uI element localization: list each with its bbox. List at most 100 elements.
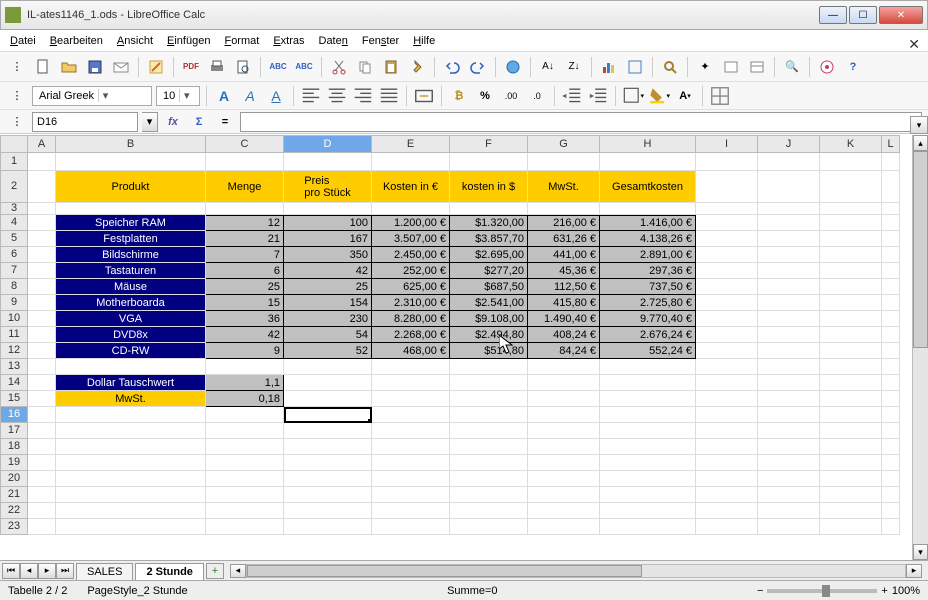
cell[interactable] — [56, 153, 206, 171]
cell[interactable] — [820, 391, 882, 407]
cell[interactable] — [284, 359, 372, 375]
cell[interactable] — [882, 359, 900, 375]
cell[interactable] — [820, 519, 882, 535]
cell[interactable] — [450, 519, 528, 535]
cell[interactable] — [284, 519, 372, 535]
gesamt[interactable]: 552,24 € — [600, 343, 696, 359]
preis[interactable]: 154 — [284, 295, 372, 311]
cell[interactable] — [758, 375, 820, 391]
cell[interactable] — [284, 439, 372, 455]
kosten-usd[interactable]: $1.320,00 — [450, 215, 528, 231]
cell[interactable] — [28, 503, 56, 519]
cell[interactable] — [56, 471, 206, 487]
cell[interactable] — [696, 153, 758, 171]
product-name[interactable]: Mäuse — [56, 279, 206, 295]
inc-indent-icon[interactable] — [587, 85, 609, 107]
cell[interactable] — [56, 359, 206, 375]
zoom-in-icon[interactable]: + — [881, 585, 887, 597]
cell[interactable] — [528, 503, 600, 519]
product-name[interactable]: Festplatten — [56, 231, 206, 247]
col-header-K[interactable]: K — [820, 135, 882, 153]
cell[interactable] — [882, 295, 900, 311]
underline-icon[interactable]: A — [265, 85, 287, 107]
align-justify-icon[interactable] — [378, 85, 400, 107]
cell[interactable] — [56, 423, 206, 439]
handle-icon[interactable]: ⋮ — [6, 85, 28, 107]
product-name[interactable]: Speicher RAM — [56, 215, 206, 231]
cell[interactable] — [450, 391, 528, 407]
row-header-6[interactable]: 6 — [0, 247, 28, 263]
cell[interactable] — [758, 279, 820, 295]
cell[interactable] — [696, 375, 758, 391]
cell[interactable] — [528, 153, 600, 171]
product-name[interactable]: VGA — [56, 311, 206, 327]
gridlines-icon[interactable] — [709, 85, 731, 107]
cell[interactable] — [528, 471, 600, 487]
cell[interactable] — [600, 153, 696, 171]
cell[interactable] — [820, 215, 882, 231]
cell[interactable] — [696, 327, 758, 343]
cell[interactable] — [696, 279, 758, 295]
cell[interactable] — [758, 487, 820, 503]
spellcheck-icon[interactable]: ABC — [267, 56, 289, 78]
print-icon[interactable] — [206, 56, 228, 78]
font-size-combo[interactable]: 10▾ — [156, 86, 200, 106]
undo-icon[interactable] — [441, 56, 463, 78]
kosten-usd[interactable]: $2.541,00 — [450, 295, 528, 311]
close-button[interactable]: ✕ — [879, 6, 923, 24]
kosten-eur[interactable]: 468,00 € — [372, 343, 450, 359]
row-header-19[interactable]: 19 — [0, 455, 28, 471]
col-header-A[interactable]: A — [28, 135, 56, 153]
cell[interactable] — [882, 423, 900, 439]
cell[interactable] — [696, 171, 758, 203]
cell[interactable] — [758, 247, 820, 263]
cell[interactable] — [820, 327, 882, 343]
sum-display[interactable]: Summe=0 — [447, 585, 497, 597]
cell[interactable] — [206, 203, 284, 215]
cell[interactable] — [528, 203, 600, 215]
cell[interactable] — [284, 455, 372, 471]
new-doc-icon[interactable] — [32, 56, 54, 78]
add-sheet-icon[interactable]: + — [206, 563, 224, 579]
cell[interactable] — [758, 295, 820, 311]
mwst[interactable]: 84,24 € — [528, 343, 600, 359]
col-header-G[interactable]: G — [528, 135, 600, 153]
cell[interactable] — [600, 487, 696, 503]
gesamt[interactable]: 2.891,00 € — [600, 247, 696, 263]
cell[interactable] — [28, 423, 56, 439]
menu-format[interactable]: Format — [224, 35, 259, 47]
row-header-2[interactable]: 2 — [0, 171, 28, 203]
cell[interactable] — [696, 215, 758, 231]
cell[interactable] — [450, 439, 528, 455]
cell[interactable] — [206, 503, 284, 519]
function-wizard-icon[interactable]: fx — [162, 111, 184, 133]
cell[interactable] — [600, 375, 696, 391]
gesamt[interactable]: 2.676,24 € — [600, 327, 696, 343]
cell[interactable] — [696, 391, 758, 407]
email-icon[interactable] — [110, 56, 132, 78]
row-header-20[interactable]: 20 — [0, 471, 28, 487]
cell[interactable] — [882, 215, 900, 231]
row-header-1[interactable]: 1 — [0, 153, 28, 171]
cell[interactable] — [882, 171, 900, 203]
borders-icon[interactable]: ▾ — [622, 85, 644, 107]
tab-2stunde[interactable]: 2 Stunde — [135, 563, 203, 581]
vertical-scrollbar[interactable]: ▴ ▾ — [912, 135, 928, 560]
sidebar-toggle[interactable]: ▾ — [910, 116, 928, 134]
cell[interactable] — [284, 471, 372, 487]
menge[interactable]: 42 — [206, 327, 284, 343]
cell[interactable] — [882, 279, 900, 295]
mwst[interactable]: 112,50 € — [528, 279, 600, 295]
cell[interactable] — [696, 359, 758, 375]
cell[interactable] — [528, 375, 600, 391]
show-draw-icon[interactable] — [624, 56, 646, 78]
horizontal-scrollbar[interactable]: ◂▸ — [230, 564, 922, 578]
cell[interactable] — [450, 503, 528, 519]
row-header-11[interactable]: 11 — [0, 327, 28, 343]
cell[interactable] — [696, 343, 758, 359]
cell[interactable] — [372, 519, 450, 535]
preis[interactable]: 230 — [284, 311, 372, 327]
row-header-14[interactable]: 14 — [0, 375, 28, 391]
cell[interactable] — [758, 215, 820, 231]
cell[interactable] — [28, 231, 56, 247]
